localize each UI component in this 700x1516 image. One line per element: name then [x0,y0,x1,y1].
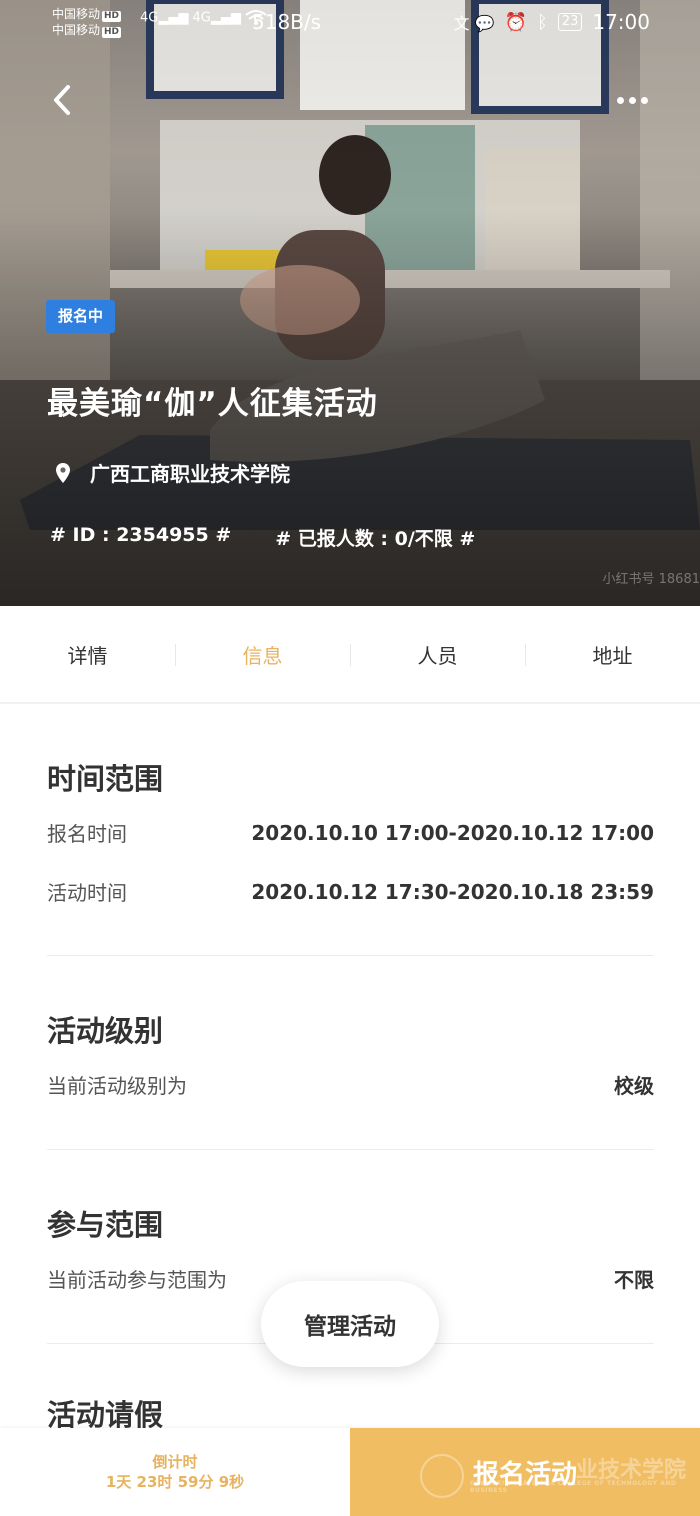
chat-icon: 文 💬 [453,14,495,33]
tab-members[interactable]: 人员 [350,606,525,702]
hero-banner: 中国移动 HD 中国移动 HD 4G▂▄▆ 4G▂▄▆ 518B/s 文 💬 ⏰ ᛒ… [0,0,700,606]
bottom-action-bar: 倒计时 1天 23时 59分 9秒 业技术学院 GUANGXI VOCATION… [0,1428,700,1516]
signup-button-label: 报名活动 [472,1459,577,1490]
manage-activity-button[interactable]: 管理活动 [261,1281,439,1367]
more-dots-icon [616,96,624,104]
battery-indicator: 23 [557,13,583,31]
status-badge: 报名中 [46,300,116,333]
countdown: 倒计时 1天 23时 59分 9秒 [0,1428,350,1516]
net-speed: 518B/s [252,10,322,34]
location-text: 广西工商职业技术学院 [90,462,290,486]
back-button[interactable] [44,80,80,120]
carrier-info: 中国移动 HD 中国移动 HD [52,6,122,38]
bluetooth-icon: ᛒ [537,11,548,33]
tab-bar: 详情 信息 人员 地址 [0,606,700,704]
activity-time-label: 活动时间 [47,881,127,905]
signal-icon: 4G▂▄▆ 4G▂▄▆ [140,10,267,26]
event-meta: # ID : 2354955 # # 已报人数 : 0/不限 # [50,524,475,551]
level-row: 当前活动级别为 校级 [47,1070,654,1099]
scope-value: 不限 [614,1268,654,1292]
school-logo-icon [420,1454,464,1498]
hd-badge-2: HD [102,27,122,38]
countdown-value: 1天 23时 59分 9秒 [105,1473,245,1491]
carrier-2: 中国移动 [52,23,101,37]
tab-address[interactable]: 地址 [525,606,700,702]
signup-time-label: 报名时间 [47,822,127,846]
tab-info[interactable]: 信息 [175,606,350,702]
more-dot [628,96,636,104]
section-level: 活动级别 当前活动级别为 校级 [47,956,654,1150]
event-id: # ID : 2354955 # [50,524,232,546]
event-location: 广西工商职业技术学院 [52,458,290,487]
more-button[interactable] [612,88,652,112]
activity-time-row: 活动时间 2020.10.12 17:30-2020.10.18 23:59 [47,877,654,906]
image-watermark: 小红书号 18681 [602,572,700,587]
location-pin-icon [56,462,70,483]
scope-label: 当前活动参与范围为 [47,1268,227,1292]
activity-time-value: 2020.10.12 17:30-2020.10.18 23:59 [251,879,654,904]
alarm-icon: ⏰ [504,11,527,33]
countdown-label: 倒计时 [152,1453,198,1471]
signal-label-2: 4G [192,10,211,26]
section-time-range: 时间范围 报名时间 2020.10.10 17:00-2020.10.12 17… [47,704,654,956]
level-label: 当前活动级别为 [47,1074,187,1098]
section-title-scope: 参与范围 [47,1208,164,1242]
signal-label: 4G [140,10,159,26]
signup-time-value: 2020.10.10 17:00-2020.10.12 17:00 [251,820,654,845]
hd-badge: HD [102,11,122,22]
event-title: 最美瑜“伽”人征集活动 [47,386,378,422]
tab-details[interactable]: 详情 [0,606,175,702]
signup-button[interactable]: 业技术学院 GUANGXI VOCATIONAL COLLEGE OF TECH… [350,1428,700,1516]
section-title-time-range: 时间范围 [47,762,164,796]
section-title-level: 活动级别 [47,1014,164,1048]
clock: 17:00 [592,10,650,34]
more-dot [640,96,648,104]
level-value: 校级 [614,1074,654,1098]
signup-time-row: 报名时间 2020.10.10 17:00-2020.10.12 17:00 [47,818,654,847]
status-right: 文 💬 ⏰ ᛒ 23 17:00 [454,10,650,34]
back-arrow-icon [54,85,70,115]
status-bar: 中国移动 HD 中国移动 HD 4G▂▄▆ 4G▂▄▆ 518B/s 文 💬 ⏰ ᛒ… [0,0,700,48]
enrolled-count: # 已报人数 : 0/不限 # [275,528,476,550]
carrier-1: 中国移动 [52,7,101,21]
